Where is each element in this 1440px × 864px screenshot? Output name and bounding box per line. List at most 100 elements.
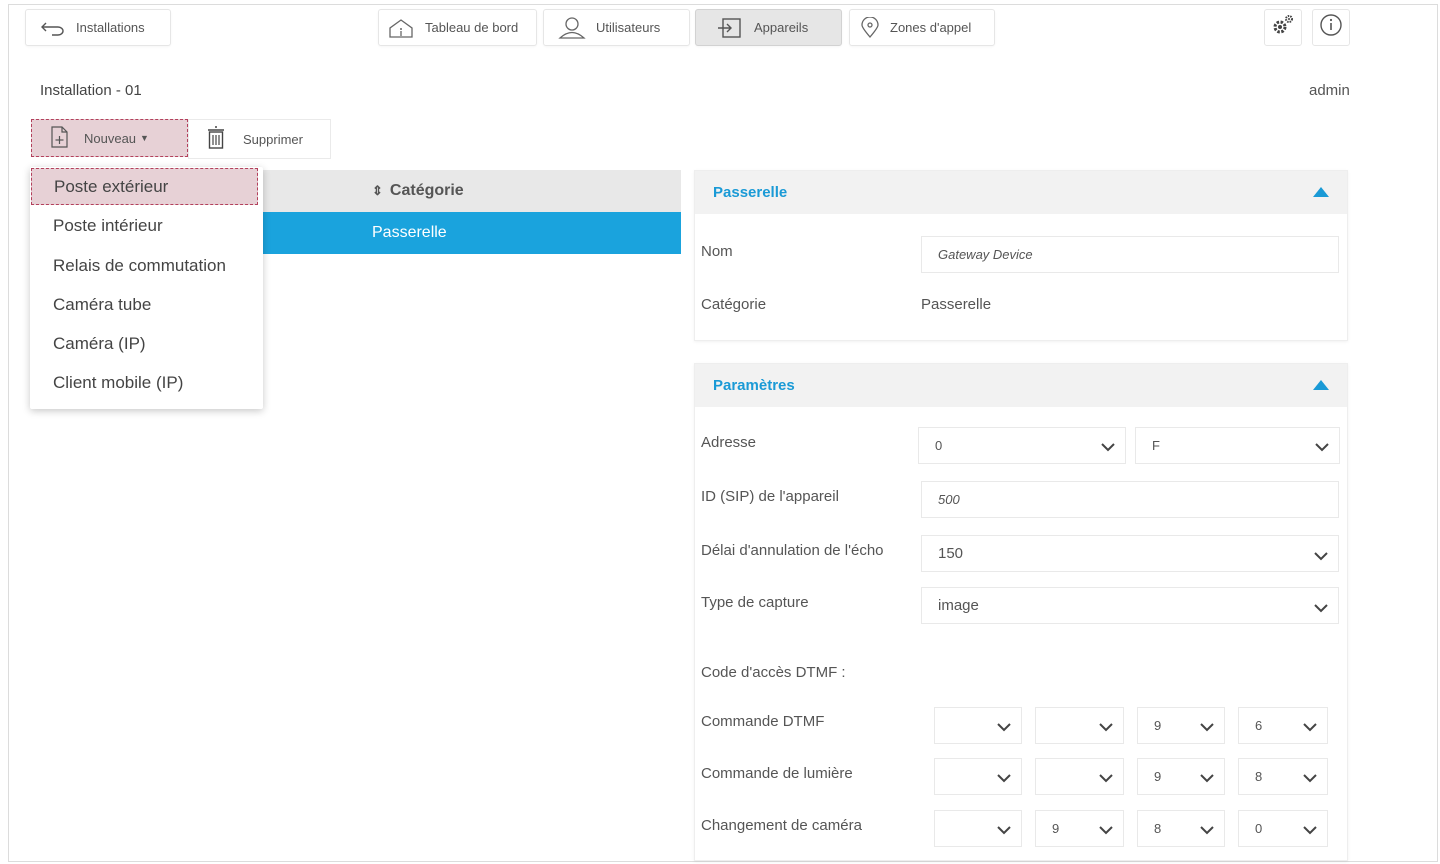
select-value: 8 — [1154, 821, 1162, 836]
select-value: 8 — [1255, 769, 1263, 784]
installations-label: Installations — [76, 20, 145, 35]
camera-change-select-2[interactable]: 9 — [1035, 810, 1124, 847]
back-arrow-icon — [40, 20, 66, 36]
select-value: 9 — [1154, 718, 1162, 733]
trash-icon — [206, 125, 226, 153]
chevron-down-icon — [997, 720, 1011, 735]
chevron-down-icon — [1315, 440, 1329, 455]
camera-change-select-1[interactable] — [934, 810, 1022, 847]
dtmf-command-select-3[interactable]: 9 — [1137, 707, 1225, 744]
tab-devices[interactable]: Appareils — [695, 9, 842, 46]
gear-icon — [1270, 13, 1296, 42]
collapse-icon — [1313, 380, 1329, 390]
menu-item-tube-camera[interactable]: Caméra tube — [30, 286, 263, 323]
user-name[interactable]: admin — [1309, 82, 1350, 99]
category-value: Passerelle — [921, 296, 992, 313]
name-value: Gateway Device — [938, 247, 1033, 262]
chevron-down-icon — [997, 823, 1011, 838]
name-input[interactable]: Gateway Device — [921, 236, 1339, 273]
tab-dashboard[interactable]: Tableau de bord — [378, 9, 537, 46]
delete-button-label: Supprimer — [243, 131, 303, 147]
settings-button[interactable] — [1264, 9, 1302, 46]
chevron-down-icon — [1099, 720, 1113, 735]
chevron-down-icon — [1200, 823, 1214, 838]
chevron-down-icon — [1099, 823, 1113, 838]
sort-icon: ⇕ — [372, 183, 383, 198]
menu-item-ip-camera[interactable]: Caméra (IP) — [30, 325, 263, 362]
address-label: Adresse — [701, 434, 757, 451]
new-button[interactable]: Nouveau ▼ — [31, 119, 188, 157]
gateway-panel-header[interactable]: Passerelle — [695, 171, 1347, 214]
menu-item-label: Caméra tube — [53, 294, 152, 314]
new-button-label: Nouveau — [84, 130, 137, 146]
menu-item-indoor-station[interactable]: Poste intérieur — [30, 207, 263, 244]
caret-down-icon: ▼ — [140, 133, 149, 143]
light-command-label: Commande de lumière — [701, 765, 853, 782]
select-value: 0 — [935, 438, 943, 453]
echo-delay-label: Délai d'annulation de l'écho — [701, 542, 884, 559]
menu-item-label: Poste extérieur — [54, 176, 169, 196]
select-value: 6 — [1255, 718, 1263, 733]
tab-label: Tableau de bord — [425, 20, 519, 35]
select-value: 9 — [1052, 821, 1060, 836]
category-column-header[interactable]: ⇕ Catégorie — [262, 170, 681, 212]
chevron-down-icon — [1200, 720, 1214, 735]
menu-item-label: Client mobile (IP) — [53, 372, 184, 392]
dtmf-command-select-4[interactable]: 6 — [1238, 707, 1328, 744]
capture-type-select[interactable]: image — [921, 587, 1339, 624]
tab-label: Zones d'appel — [890, 20, 972, 35]
chevron-down-icon — [1200, 771, 1214, 786]
camera-change-label: Changement de caméra — [701, 817, 862, 834]
location-pin-icon — [860, 16, 880, 39]
user-icon — [558, 16, 586, 40]
info-icon — [1319, 13, 1343, 42]
info-button[interactable] — [1312, 9, 1350, 46]
tab-call-zones[interactable]: Zones d'appel — [849, 9, 995, 46]
light-command-select-2[interactable] — [1035, 758, 1124, 795]
chevron-down-icon — [997, 771, 1011, 786]
address-select-1[interactable]: 0 — [918, 427, 1126, 464]
select-value: image — [938, 597, 979, 614]
dtmf-command-select-2[interactable] — [1035, 707, 1124, 744]
tab-users[interactable]: Utilisateurs — [543, 9, 690, 46]
chevron-down-icon — [1303, 720, 1317, 735]
dtmf-command-select-1[interactable] — [934, 707, 1022, 744]
light-command-select-1[interactable] — [934, 758, 1022, 795]
sip-id-input[interactable]: 500 — [921, 481, 1339, 518]
device-icon — [716, 17, 744, 39]
panel-title: Paramètres — [713, 377, 795, 394]
chevron-down-icon — [1314, 548, 1328, 565]
panel-title: Passerelle — [713, 184, 788, 201]
tab-label: Utilisateurs — [596, 20, 661, 35]
chevron-down-icon — [1099, 771, 1113, 786]
select-value: 150 — [938, 545, 964, 562]
row-category: Passerelle — [372, 224, 447, 241]
menu-item-label: Relais de commutation — [53, 255, 226, 275]
tab-label: Appareils — [754, 20, 809, 35]
sip-id-label: ID (SIP) de l'appareil — [701, 488, 839, 505]
select-value: F — [1152, 438, 1160, 453]
installations-button[interactable]: Installations — [25, 9, 171, 46]
address-select-2[interactable]: F — [1135, 427, 1340, 464]
chevron-down-icon — [1314, 600, 1328, 617]
chevron-down-icon — [1303, 771, 1317, 786]
delete-button[interactable]: Supprimer — [188, 119, 331, 159]
dtmf-section-label: Code d'accès DTMF : — [701, 664, 846, 681]
installation-title: Installation - 01 — [40, 82, 142, 99]
camera-change-select-4[interactable]: 0 — [1238, 810, 1328, 847]
menu-item-switching-relay[interactable]: Relais de commutation — [30, 247, 263, 284]
home-icon — [387, 17, 415, 39]
menu-item-label: Poste intérieur — [53, 215, 163, 235]
menu-item-mobile-client[interactable]: Client mobile (IP) — [30, 364, 263, 401]
light-command-select-4[interactable]: 8 — [1238, 758, 1328, 795]
collapse-icon — [1313, 187, 1329, 197]
menu-item-label: Caméra (IP) — [53, 333, 146, 353]
menu-item-outdoor-station[interactable]: Poste extérieur — [31, 168, 258, 205]
sip-id-value: 500 — [938, 492, 960, 507]
camera-change-select-3[interactable]: 8 — [1137, 810, 1225, 847]
parameters-panel-header[interactable]: Paramètres — [695, 364, 1347, 407]
light-command-select-3[interactable]: 9 — [1137, 758, 1225, 795]
table-row[interactable]: Passerelle — [262, 212, 681, 254]
echo-delay-select[interactable]: 150 — [921, 535, 1339, 572]
category-label: Catégorie — [701, 296, 767, 313]
